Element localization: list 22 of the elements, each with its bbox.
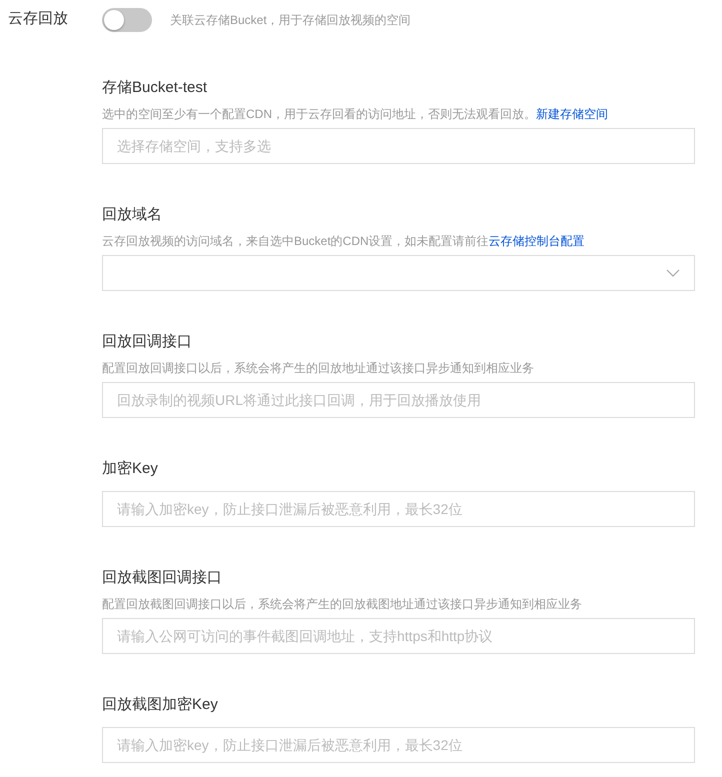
field-hint: 配置回放回调接口以后，系统会将产生的回放地址通过该接口异步通知到相应业务 [102, 360, 535, 376]
field-title: 回放回调接口 [102, 332, 193, 352]
field-title: 回放截图回调接口 [102, 568, 223, 588]
field-title: 回放域名 [102, 205, 163, 225]
input-field[interactable]: 回放录制的视频URL将通过此接口回调，用于回放播放使用 [102, 382, 695, 418]
field-title: 存储Bucket-test [102, 78, 208, 98]
field-hint: 云存回放视频的访问域名，来自选中Bucket的CDN设置，如未配置请前往云存储控制台配置 [102, 233, 586, 249]
field-title: 加密Key [102, 459, 159, 479]
input-field[interactable]: 请输入公网可访问的事件截图回调地址，支持https和http协议 [102, 618, 695, 654]
field-hint: 选中的空间至少有一个配置CDN，用于云存回看的访问地址，否则无法观看回放。新建存储空间 [102, 106, 609, 122]
toggle-hint: 关联云存储Bucket，用于存储回放视频的空间 [170, 12, 411, 29]
input-field[interactable]: 选择存储空间，支持多选 [102, 128, 695, 164]
dropdown-field[interactable] [102, 255, 695, 291]
section-label: 云存回放 [8, 9, 69, 29]
chevron-down-icon [666, 269, 680, 277]
field-hint: 配置回放截图回调接口以后，系统会将产生的回放截图地址通过该接口异步通知到相应业务 [102, 596, 583, 612]
field-title: 回放截图加密Key [102, 695, 219, 715]
toggle-switch[interactable] [102, 8, 152, 32]
input-field[interactable]: 请输入加密key，防止接口泄漏后被恶意利用，最长32位 [102, 491, 695, 527]
hint-link[interactable]: 新建存储空间 [536, 107, 608, 121]
input-field[interactable]: 请输入加密key，防止接口泄漏后被恶意利用，最长32位 [102, 727, 695, 763]
hint-link[interactable]: 云存储控制台配置 [488, 234, 585, 248]
